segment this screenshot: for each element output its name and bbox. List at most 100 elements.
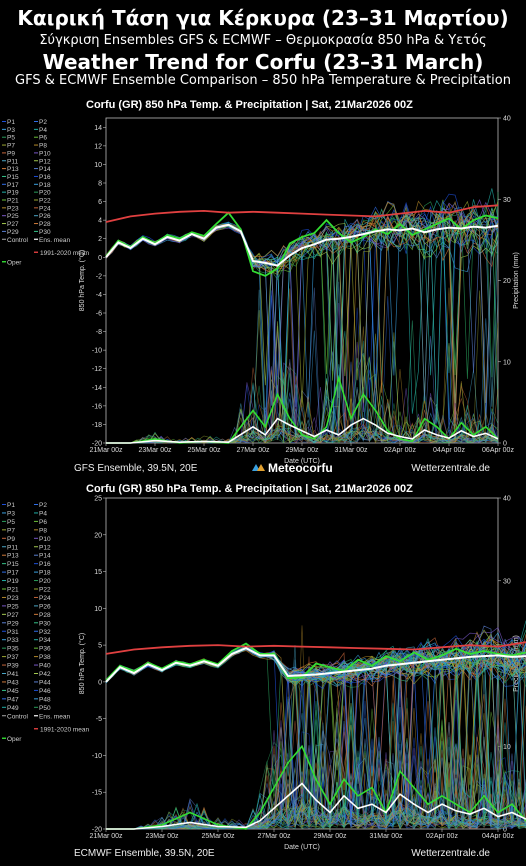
chart2-y-tick-label: -15	[92, 790, 102, 797]
chart1-y2-tick-label: 40	[503, 116, 511, 123]
chart1-y2-tick-label: 20	[503, 278, 511, 285]
chart1-y-tick-label: -14	[92, 385, 102, 392]
chart1-legend-item: P12	[39, 158, 51, 165]
chart1-legend-item: P19	[7, 190, 19, 197]
logo-mark-icon-2	[257, 464, 265, 471]
chart2-legend-item: P27	[7, 612, 19, 619]
chart1-legend-item: P24	[39, 205, 51, 212]
chart1-legend-ens-mean: Ens. mean	[39, 237, 70, 244]
chart1-legend-item: P15	[7, 174, 19, 181]
chart1-member-temp-line	[105, 199, 499, 434]
chart2-x-tick-label: 04Apr 00z	[482, 833, 514, 840]
chart2-legend-oper: Oper	[7, 736, 22, 743]
chart2-legend-control: Control	[7, 713, 29, 720]
chart2-legend-item: P41	[7, 671, 19, 678]
chart1-legend-item: P1	[7, 119, 15, 126]
chart1-y-tick-label: 8	[98, 181, 102, 188]
chart1-y2-tick-label: 30	[503, 197, 511, 204]
chart2-x-tick-label: 02Apr 00z	[426, 833, 458, 840]
chart1-legend-item: P4	[39, 127, 47, 134]
chart1-source-label: Wetterzentrale.de	[411, 463, 490, 474]
chart1-y-tick-label: 6	[98, 199, 102, 206]
chart2-legend-item: P44	[39, 679, 51, 686]
chart2-legend-item: P26	[39, 603, 51, 610]
chart2-legend-item: P34	[39, 637, 51, 644]
chart2-legend-item: P24	[39, 595, 51, 602]
chart1-y-tick-label: -2	[96, 273, 102, 280]
chart2-y-tick-label: -5	[96, 716, 102, 723]
chart1-legend-item: P6	[39, 135, 47, 142]
chart2-legend-item: P37	[7, 654, 19, 661]
chart1-x-tick-label: 21Mar 00z	[89, 447, 123, 454]
chart2-x-tick-label: 21Mar 00z	[89, 833, 123, 840]
chart2-title: Corfu (GR) 850 hPa Temp. & Precipitation…	[86, 483, 413, 495]
chart2-legend-item: P35	[7, 646, 19, 653]
chart1-legend-item: P17	[7, 182, 19, 189]
chart1-x-tick-label: 02Apr 00z	[384, 447, 416, 454]
chart2-legend-climate: 1991-2020 mean	[40, 726, 90, 733]
chart2-legend-item: P42	[39, 671, 51, 678]
chart1-y-tick-label: 14	[94, 125, 102, 132]
chart1-x-tick-label: 29Mar 00z	[285, 447, 319, 454]
chart1-legend-oper: Oper	[7, 259, 22, 266]
chart2-legend-item: P16	[39, 561, 51, 568]
chart1-legend-item: P13	[7, 166, 19, 173]
chart2-legend-item: P12	[39, 544, 51, 551]
chart1-legend-item: P18	[39, 182, 51, 189]
chart1-y-tick-label: 12	[94, 143, 102, 150]
chart1-legend-item: P25	[7, 213, 19, 220]
chart2-legend-item: P23	[7, 595, 19, 602]
chart2-legend-item: P2	[39, 502, 47, 509]
chart2-legend-item: P49	[7, 705, 19, 712]
chart1-member-temp-line	[105, 200, 499, 424]
chart2-legend-item: P11	[7, 544, 18, 551]
chart2-legend-item: P46	[39, 688, 51, 695]
chart1-legend-item: P3	[7, 127, 15, 134]
chart2-legend-item: P22	[39, 587, 51, 594]
chart1-legend-item: P26	[39, 213, 51, 220]
chart2-legend-item: P45	[7, 688, 19, 695]
chart1-legend-item: P7	[7, 143, 15, 150]
chart1-y-tick-label: -16	[92, 403, 102, 410]
chart1-y-tick-label: 10	[94, 162, 102, 169]
chart1-y-tick-label: 2	[98, 236, 102, 243]
chart2-y-tick-label: 20	[94, 532, 102, 539]
chart2-legend-item: P13	[7, 553, 19, 560]
chart2-legend-item: P39	[7, 663, 19, 670]
chart2-legend-item: P4	[39, 510, 47, 517]
chart1-y-axis-label: 850 hPa Temp. (°C)	[78, 250, 86, 311]
chart2-legend-item: P7	[7, 527, 15, 534]
chart2-x-tick-label: 25Mar 00z	[201, 833, 235, 840]
chart1-x-tick-label: 23Mar 00z	[138, 447, 172, 454]
chart1-y-tick-label: 0	[98, 255, 102, 262]
chart1-model-label: GFS Ensemble, 39.5N, 20E	[74, 463, 198, 474]
chart1-y-tick-label: -4	[96, 292, 102, 299]
chart1-legend-item: P5	[7, 135, 15, 142]
chart2-legend-item: P20	[39, 578, 51, 585]
chart1-y-tick-label: -10	[92, 348, 102, 355]
chart2-legend-item: P18	[39, 570, 51, 577]
chart1-member-precip-line	[106, 281, 499, 444]
chart2-legend-item: P31	[7, 629, 19, 636]
chart1-legend-item: P20	[39, 190, 51, 197]
chart1-member-temp-line	[105, 200, 499, 408]
chart2-y-tick-label: 25	[94, 496, 102, 503]
chart2-y-tick-label: 0	[98, 679, 102, 686]
chart1-legend-item: P9	[7, 150, 15, 157]
chart1-y2-tick-label: 10	[503, 359, 511, 366]
chart2-y2-tick-label: 40	[503, 496, 511, 503]
chart1-member-temp-line	[105, 200, 499, 422]
chart2-model-label: ECMWF Ensemble, 39.5N, 20E	[74, 848, 215, 859]
chart2-legend-item: P36	[39, 646, 51, 653]
chart2-x-tick-label: 23Mar 00z	[145, 833, 179, 840]
chart1-legend-item: P16	[39, 174, 51, 181]
chart2-legend-item: P21	[7, 587, 19, 594]
chart2-x-axis-label: Date (UTC)	[284, 844, 320, 851]
chart1-legend-item: P14	[39, 166, 51, 173]
chart2-legend-item: P29	[7, 620, 19, 627]
chart1-legend-item: P11	[7, 158, 18, 165]
chart1-legend-control: Control	[7, 237, 29, 244]
chart1-legend-item: P30	[39, 229, 51, 236]
chart2-legend-item: P6	[39, 519, 47, 526]
chart1-y-tick-label: 4	[98, 218, 102, 225]
